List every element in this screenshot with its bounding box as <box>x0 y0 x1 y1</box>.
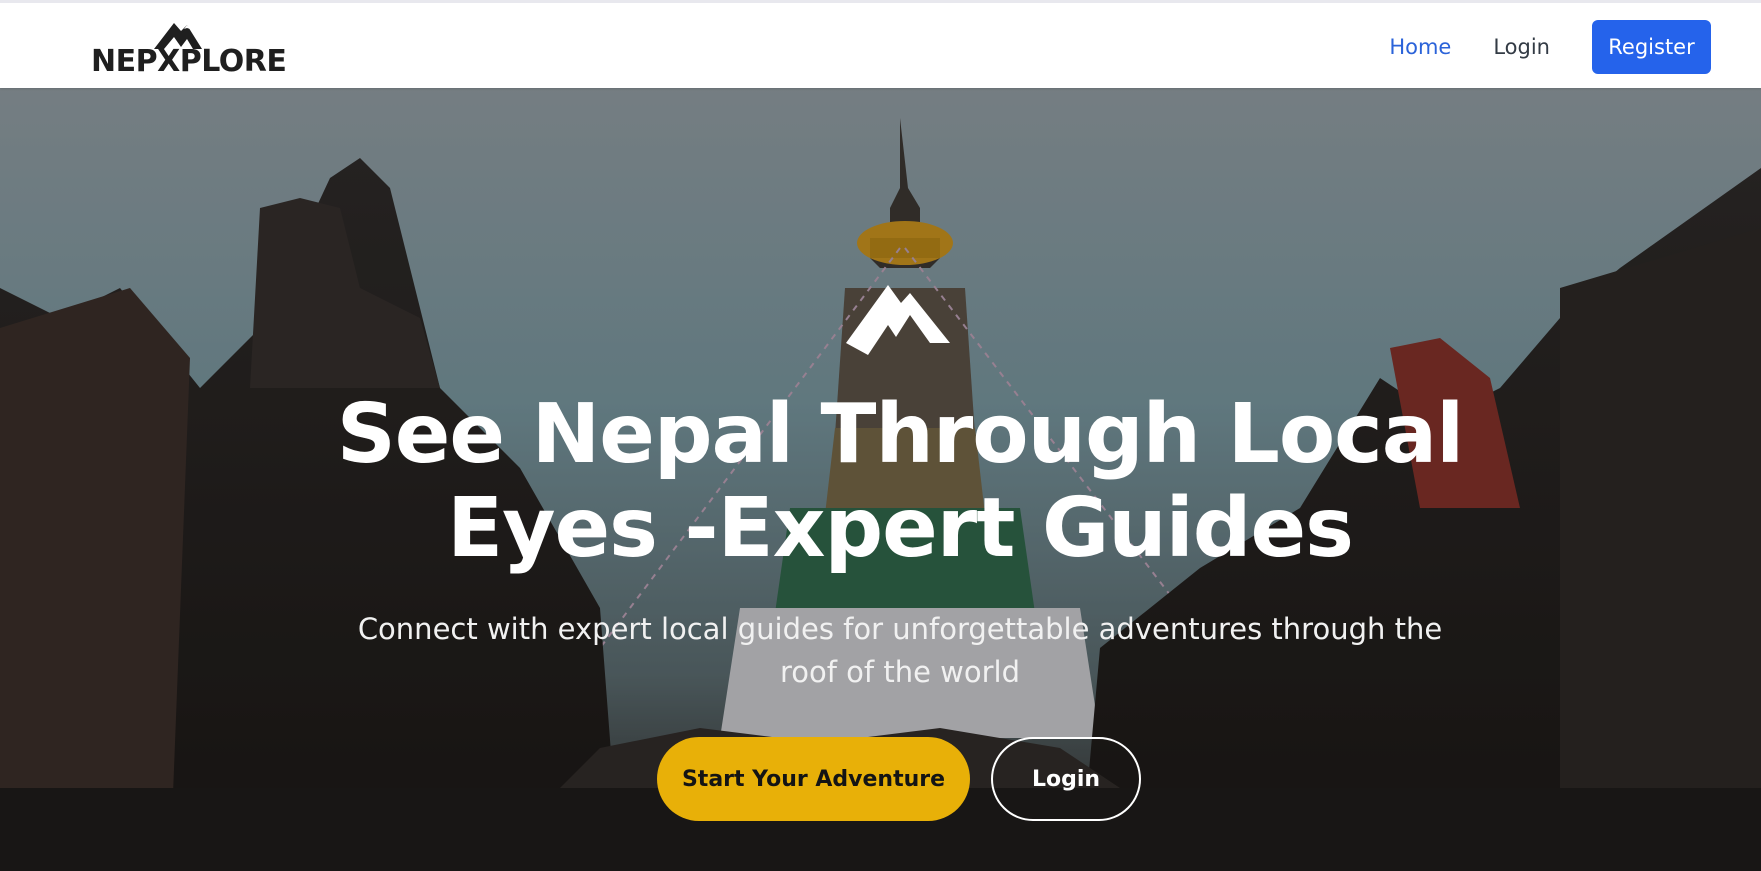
hero-section: See Nepal Through Local Eyes -Expert Gui… <box>0 88 1761 871</box>
nav-links: Home Login Register <box>1347 19 1711 75</box>
nav-home-link[interactable]: Home <box>1389 35 1451 59</box>
hero-title: See Nepal Through Local Eyes -Expert Gui… <box>280 388 1520 576</box>
hero-title-line1: See Nepal Through Local <box>336 387 1464 482</box>
brand-logo[interactable]: NEPXPLORE <box>91 17 291 81</box>
register-button[interactable]: Register <box>1592 20 1711 74</box>
brand-name: NEPXPLORE <box>91 44 287 79</box>
top-navbar: NEPXPLORE Home Login Register <box>0 0 1761 88</box>
nav-login-link[interactable]: Login <box>1493 35 1550 59</box>
mountain-icon <box>846 285 950 355</box>
hero-subtitle: Connect with expert local guides for unf… <box>357 612 1443 689</box>
hero-content: See Nepal Through Local Eyes -Expert Gui… <box>0 88 1761 871</box>
hero-title-line2: Eyes -Expert Guides <box>447 481 1354 576</box>
start-adventure-button[interactable]: Start Your Adventure <box>657 737 970 821</box>
hero-login-button[interactable]: Login <box>991 737 1141 821</box>
